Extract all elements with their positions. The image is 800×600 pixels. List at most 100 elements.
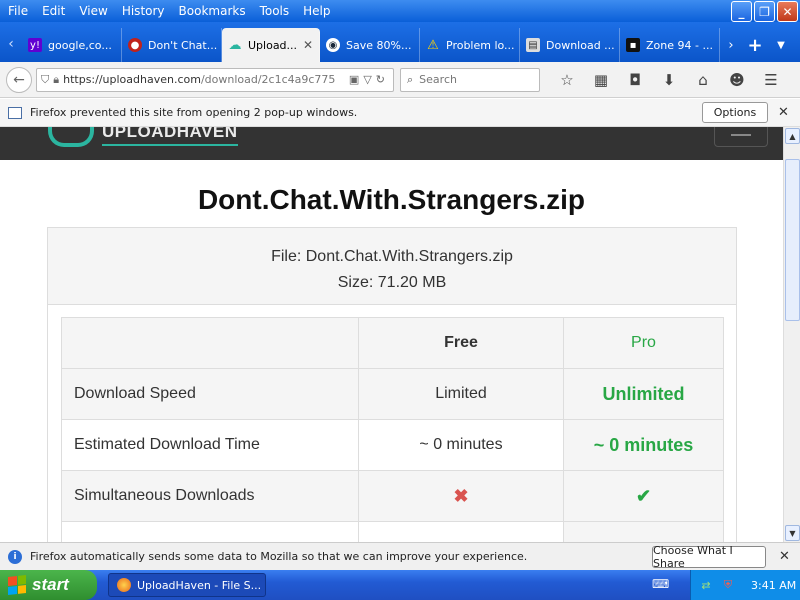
firefox-icon [117,578,131,592]
start-button[interactable]: start [0,570,97,600]
scroll-down-icon[interactable]: ▼ [785,525,800,541]
pro-value: ~ 0 minutes [563,419,724,471]
menu-bar: File Edit View History Bookmarks Tools H… [0,0,800,22]
url-path: /download/2c1c4a9c775 [200,73,336,86]
tab-scroll-left-icon[interactable]: ‹ [0,26,22,62]
home-icon[interactable]: ⌂ [686,67,720,93]
tab-scroll-right-icon[interactable]: › [720,28,742,62]
header-pro: Pro [563,317,724,369]
close-popup-notice-icon[interactable]: ✕ [778,105,789,120]
hamburger-icon [731,134,751,136]
hamburger-menu-icon[interactable]: ☰ [754,67,788,93]
tab-dont-chat[interactable]: ● Don't Chat... [122,28,222,62]
check-mark-icon: ✔ [635,485,652,506]
x-mark-icon: ✖ [453,485,469,506]
search-input[interactable]: ⌕ Search [400,67,540,92]
menu-edit[interactable]: Edit [42,4,65,18]
bookmarks-library-icon[interactable]: ▦ [584,67,618,93]
window-controls: _ ❐ ✕ [731,1,798,22]
tracking-shield-icon: ⛉ [41,72,50,86]
page-viewport: UPLOADHAVEN Dont.Chat.With.Strangers.zip… [0,127,783,542]
file-panel: File: Dont.Chat.With.Strangers.zip Size:… [47,227,737,542]
file-info: File: Dont.Chat.With.Strangers.zip Size:… [48,228,736,305]
row-label: Simultaneous Downloads [61,470,359,522]
choose-what-i-share-button[interactable]: Choose What I Share [652,544,766,570]
start-label: start [32,575,69,594]
close-data-notice-icon[interactable]: ✕ [779,549,790,564]
tab-label: Save 80%... [346,38,412,52]
warning-icon: ⚠ [427,37,439,53]
minimize-button[interactable]: _ [731,1,752,22]
page-scrollbar[interactable]: ▲ ▼ [783,127,800,542]
popup-notice-text: Firefox prevented this site from opening… [30,106,358,119]
menu-file[interactable]: File [8,4,28,18]
tab-steam[interactable]: ◉ Save 80%... [320,28,420,62]
close-window-button[interactable]: ✕ [777,1,798,22]
row-label: Estimated Download Time [61,419,359,471]
data-notice-text: Firefox automatically sends some data to… [30,550,528,563]
pro-value: Unlimited [563,368,724,420]
system-tray: ⇄ ⛨ 3:41 AM [690,570,800,600]
menu-history[interactable]: History [122,4,165,18]
plan-compare-table: Free Pro Download Speed Limited Unlimite… [61,317,724,542]
scrollbar-thumb[interactable] [785,159,800,321]
url-bar[interactable]: ⛉ 🔒︎ https://uploadhaven.com/download/2c… [36,67,394,92]
data-notice-bar: i Firefox automatically sends some data … [0,542,800,570]
tab-download[interactable]: ▤ Download ... [520,28,620,62]
back-arrow-icon[interactable]: ← [6,66,32,93]
tab-zone94[interactable]: ▪ Zone 94 - ... [620,28,720,62]
taskbar-firefox-window[interactable]: UploadHaven - File S... [108,573,266,597]
site-logo[interactable]: UPLOADHAVEN [48,127,238,147]
popup-blocked-bar: Firefox prevented this site from opening… [0,99,800,127]
windows-logo-icon [8,575,26,595]
header-empty [61,317,359,369]
logo-text: UPLOADHAVEN [102,127,238,146]
emoji-icon[interactable]: ☻ [720,67,754,93]
taskbar: start UploadHaven - File S... ⌨ ⇄ ⛨ 3:41… [0,570,800,600]
scroll-up-icon[interactable]: ▲ [785,128,800,144]
url-text: https://uploadhaven.com/download/2c1c4a9… [63,73,349,86]
url-host: https://uploadhaven.com [63,73,201,86]
toolbar-icons: ☆ ▦ ◘ ⬇ ⌂ ☻ ☰ [550,67,788,93]
security-shield-icon[interactable]: ⛨ [721,578,735,592]
table-row: Estimated Download Time ~ 0 minutes ~ 0 … [61,419,724,471]
row-label-empty [61,521,359,542]
menu-tools[interactable]: Tools [260,4,290,18]
tab-problem[interactable]: ⚠ Problem lo... [420,28,520,62]
menu-bookmarks[interactable]: Bookmarks [179,4,246,18]
film-icon: ▤ [526,38,540,52]
pocket-icon[interactable]: ◘ [618,67,652,93]
zone94-icon: ▪ [626,38,640,52]
tab-google[interactable]: y! google,co... [22,28,122,62]
header-free: Free [358,317,564,369]
clock: 3:41 AM [751,578,797,592]
options-button[interactable]: Options [702,102,768,123]
free-value-empty [358,521,564,542]
search-icon: ⌕ [407,72,414,86]
pro-value: ✔ [563,470,724,522]
tab-label: Problem lo... [446,38,515,52]
menu-view[interactable]: View [79,4,107,18]
restore-button[interactable]: ❐ [754,1,775,22]
bookmark-star-icon[interactable]: ☆ [550,67,584,93]
tab-uploadhaven[interactable]: ☁ Upload... ✕ [222,28,320,62]
new-tab-button[interactable]: + [742,28,768,62]
menu-help[interactable]: Help [303,4,330,18]
site-header: UPLOADHAVEN [0,127,783,160]
tab-bar: ‹ y! google,co... ● Don't Chat... ☁ Uplo… [0,22,800,62]
tab-list-icon[interactable]: ▼ [768,28,794,62]
network-icon[interactable]: ⇄ [699,578,713,592]
tab-label: Upload... [248,38,298,52]
site-menu-toggle[interactable] [714,127,768,147]
reload-icon[interactable]: ↻ [376,73,385,86]
page-title: Dont.Chat.With.Strangers.zip [197,184,586,215]
download-icon[interactable]: ⬇ [652,67,686,93]
reader-view-icon[interactable]: ▣ [349,73,359,86]
steam-icon: ◉ [326,38,340,52]
file-name-line: File: Dont.Chat.With.Strangers.zip [271,248,513,265]
keyboard-icon[interactable]: ⌨ [652,577,669,591]
dropdown-icon[interactable]: ▽ [363,73,371,86]
table-header-row: Free Pro [61,317,724,369]
tab-label: Download ... [546,38,615,52]
close-tab-icon[interactable]: ✕ [303,38,313,52]
